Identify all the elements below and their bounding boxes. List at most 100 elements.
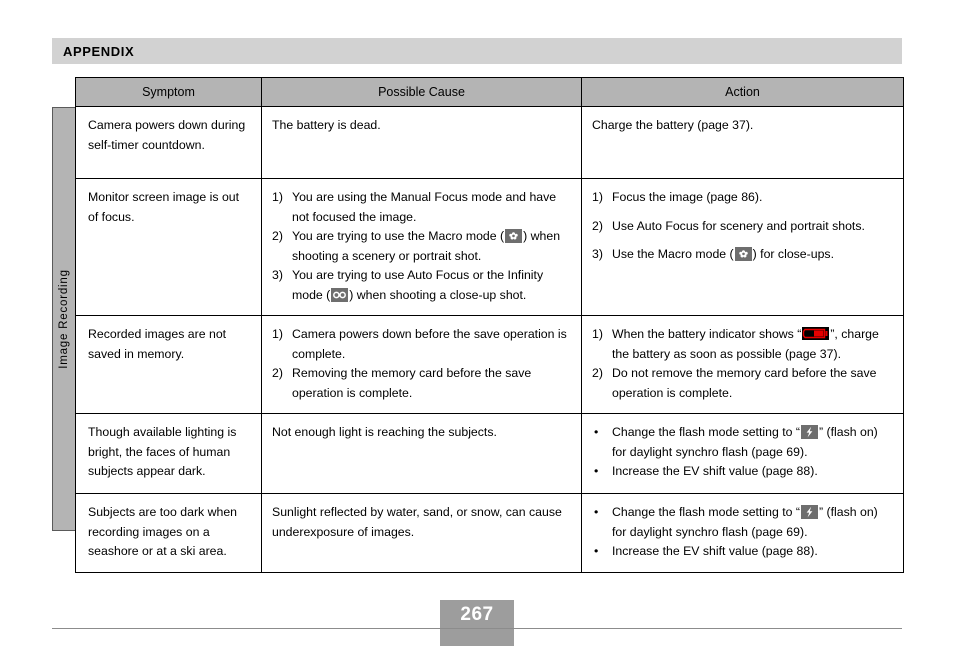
list-item: 3) Use the Macro mode () for close-ups. (592, 245, 893, 265)
section-tab-image-recording: Image Recording (52, 107, 76, 531)
possible-cause-text: Not enough light is reaching the subject… (272, 425, 497, 439)
list-item: • Change the flash mode setting to “” (fl… (592, 423, 893, 462)
list-item: 3) You are trying to use Auto Focus or th… (272, 266, 571, 305)
list-item-text: Removing the memory card before the save… (292, 366, 532, 400)
table-row: Camera powers down during self-timer cou… (75, 106, 904, 179)
cell-action: • Change the flash mode setting to “” (fl… (581, 413, 904, 494)
possible-cause-content: Sunlight reflected by water, sand, or sn… (262, 494, 581, 552)
cell-possible-cause: Not enough light is reaching the subject… (261, 413, 582, 494)
page-title: APPENDIX (63, 43, 135, 59)
action-list: 1) When the battery indicator shows “”, c… (592, 325, 893, 403)
column-header-symptom: Symptom (75, 77, 262, 107)
action-content: 1) Focus the image (page 86). 2) Use Auto F… (582, 179, 903, 275)
action-content: • Change the flash mode setting to “” (fl… (582, 414, 903, 492)
cell-possible-cause: 1) Camera powers down before the save ope… (261, 315, 582, 414)
macro-icon (505, 229, 523, 243)
list-item-text: Do not remove the memory card before the… (612, 366, 877, 400)
cell-action: Charge the battery (page 37). (581, 106, 904, 179)
list-item-text: Change the flash mode setting to “” (fla… (612, 505, 878, 539)
column-header-possible-cause: Possible Cause (261, 77, 582, 107)
cell-possible-cause: 1) You are using the Manual Focus mode an… (261, 178, 582, 316)
table-row: Subjects are too dark when recording ima… (75, 493, 904, 573)
list-marker: 2) (272, 366, 283, 380)
action-list: 1) Focus the image (page 86). 2) Use Auto F… (592, 188, 893, 265)
list-marker: 3) (272, 268, 283, 282)
symptom-text: Though available lighting is bright, the… (88, 425, 237, 478)
table-body: Camera powers down during self-timer cou… (75, 106, 904, 573)
possible-cause-list: 1) You are using the Manual Focus mode an… (272, 188, 571, 305)
cell-symptom: Subjects are too dark when recording ima… (75, 493, 262, 573)
list-item: 2) Use Auto Focus for scenery and portrai… (592, 217, 893, 237)
column-header-action: Action (581, 77, 904, 107)
cell-symptom: Recorded images are not saved in memory. (75, 315, 262, 414)
list-item-text: Increase the EV shift value (page 88). (612, 464, 818, 478)
list-item-text: Use the Macro mode () for close-ups. (612, 247, 834, 261)
possible-cause-text: The battery is dead. (272, 118, 381, 132)
possible-cause-list: 1) Camera powers down before the save ope… (272, 325, 571, 403)
list-item: 2) You are trying to use the Macro mode (… (272, 227, 571, 266)
list-bullet: • (594, 425, 599, 439)
action-list: • Change the flash mode setting to “” (fl… (592, 503, 893, 562)
list-marker: 1) (592, 190, 603, 204)
list-item: 2) Do not remove the memory card before t… (592, 364, 893, 403)
action-content: Charge the battery (page 37). (582, 107, 903, 146)
list-marker: 2) (272, 229, 283, 243)
flash-on-icon (800, 425, 818, 439)
list-item: 1) When the battery indicator shows “”, c… (592, 325, 893, 364)
table-row: Monitor screen image is out of focus. 1) Y… (75, 178, 904, 316)
list-marker: 3) (592, 247, 603, 261)
list-item-text: Camera powers down before the save opera… (292, 327, 567, 361)
cell-action: 1) When the battery indicator shows “”, c… (581, 315, 904, 414)
symptom-text: Subjects are too dark when recording ima… (88, 505, 238, 558)
list-bullet: • (594, 544, 599, 558)
list-item-text: Increase the EV shift value (page 88). (612, 544, 818, 558)
action-list: • Change the flash mode setting to “” (fl… (592, 423, 893, 482)
list-item-text: You are trying to use Auto Focus or the … (292, 268, 544, 302)
list-item: 2) Removing the memory card before the sa… (272, 364, 571, 403)
list-item: • Change the flash mode setting to “” (fl… (592, 503, 893, 542)
possible-cause-content: 1) Camera powers down before the save ope… (262, 316, 581, 413)
list-marker: 1) (272, 190, 283, 204)
list-item-text: You are trying to use the Macro mode () … (292, 229, 561, 263)
list-item: 1) Camera powers down before the save ope… (272, 325, 571, 364)
appendix-header-band: APPENDIX (52, 38, 902, 64)
table-row: Recorded images are not saved in memory.… (75, 315, 904, 414)
possible-cause-content: The battery is dead. (262, 107, 581, 146)
list-item-text: Use Auto Focus for scenery and portrait … (612, 218, 865, 233)
list-marker: 2) (592, 366, 603, 380)
troubleshooting-table: Symptom Possible Cause Action Camera pow… (75, 77, 904, 573)
macro-icon (734, 247, 752, 261)
symptom-text: Recorded images are not saved in memory. (88, 327, 227, 361)
list-bullet: • (594, 464, 599, 478)
footer-rule (52, 628, 902, 629)
section-tab-label: Image Recording (58, 269, 71, 369)
table-header-row: Symptom Possible Cause Action (75, 77, 904, 107)
list-item-text: When the battery indicator shows “”, cha… (612, 327, 879, 361)
cell-symptom: Though available lighting is bright, the… (75, 413, 262, 494)
list-item: • Increase the EV shift value (page 88). (592, 462, 893, 482)
cell-possible-cause: Sunlight reflected by water, sand, or sn… (261, 493, 582, 573)
list-item-text: Change the flash mode setting to “” (fla… (612, 425, 878, 459)
action-content: 1) When the battery indicator shows “”, c… (582, 316, 903, 413)
symptom-text: Camera powers down during self-timer cou… (88, 118, 246, 152)
battery-empty-icon (802, 327, 830, 340)
action-content: • Change the flash mode setting to “” (fl… (582, 494, 903, 572)
list-marker: 1) (272, 327, 283, 341)
cell-action: 1) Focus the image (page 86). 2) Use Auto F… (581, 178, 904, 316)
cell-symptom: Monitor screen image is out of focus. (75, 178, 262, 316)
possible-cause-content: Not enough light is reaching the subject… (262, 414, 581, 453)
list-item: 1) You are using the Manual Focus mode an… (272, 188, 571, 227)
list-item: • Increase the EV shift value (page 88). (592, 542, 893, 562)
cell-action: • Change the flash mode setting to “” (fl… (581, 493, 904, 573)
possible-cause-text: Sunlight reflected by water, sand, or sn… (272, 505, 562, 539)
infinity-icon (331, 287, 349, 302)
cell-symptom: Camera powers down during self-timer cou… (75, 106, 262, 179)
list-marker: 1) (592, 327, 603, 341)
list-item: 1) Focus the image (page 86). (592, 188, 893, 208)
possible-cause-content: 1) You are using the Manual Focus mode an… (262, 179, 581, 315)
list-marker: 2) (592, 218, 603, 233)
cell-possible-cause: The battery is dead. (261, 106, 582, 179)
action-text: Charge the battery (page 37). (592, 118, 754, 132)
table-row: Though available lighting is bright, the… (75, 413, 904, 494)
flash-on-icon (800, 505, 818, 519)
